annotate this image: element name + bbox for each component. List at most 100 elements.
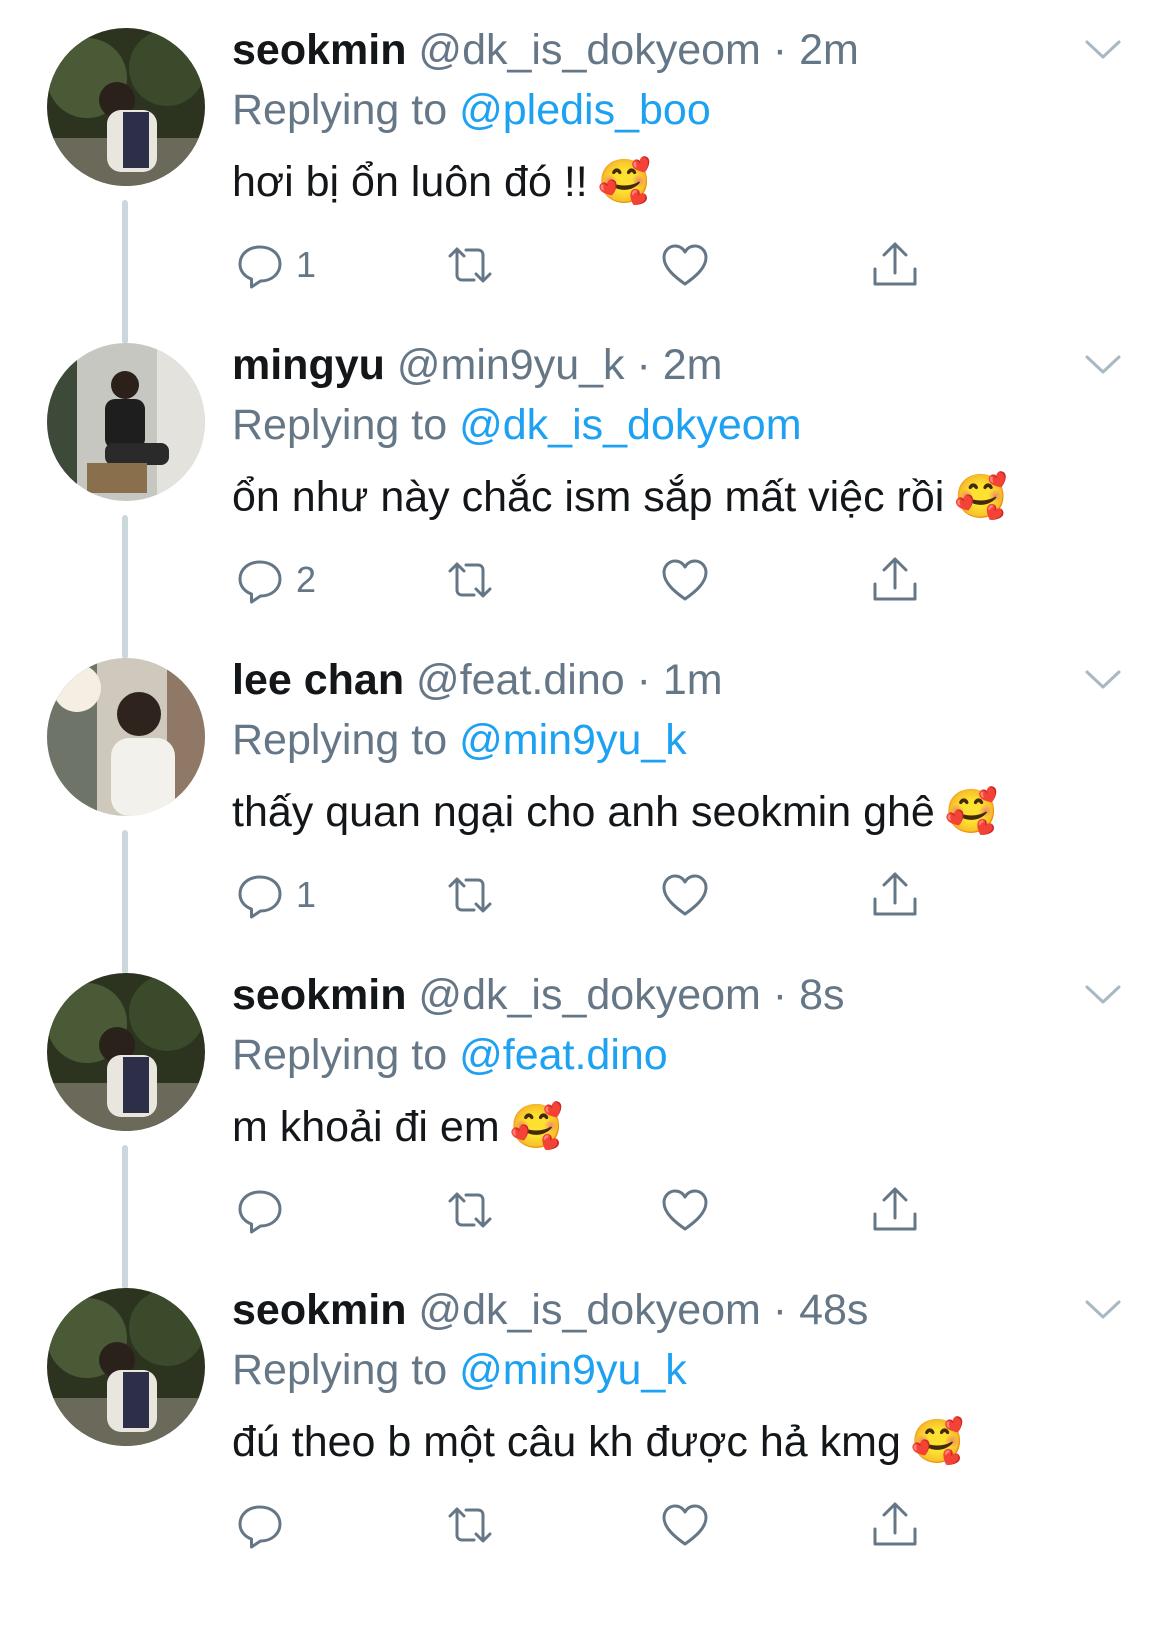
- tweet[interactable]: seokmin @dk_is_dokyeom · 48s Replying to…: [0, 1260, 1170, 1590]
- replying-to: Replying to @dk_is_dokyeom: [232, 397, 802, 453]
- tweet-text: thấy quan ngại cho anh seokmin ghê 🥰: [232, 782, 998, 842]
- smiling-face-with-hearts-emoji: 🥰: [597, 157, 652, 207]
- avatar[interactable]: [47, 658, 205, 816]
- replying-label: Replying to: [232, 1031, 448, 1079]
- retweet-button[interactable]: [442, 550, 498, 610]
- mention-link[interactable]: @min9yu_k: [459, 716, 687, 764]
- share-button[interactable]: [867, 550, 923, 610]
- tweet[interactable]: mingyu @min9yu_k · 2m Replying to @dk_is…: [0, 315, 1170, 659]
- dot-separator: ·: [624, 341, 663, 389]
- share-upload-icon: [873, 557, 917, 601]
- retweet-button[interactable]: [442, 865, 498, 925]
- replying-label: Replying to: [232, 716, 448, 764]
- tweet[interactable]: lee chan @feat.dino · 1m Replying to @mi…: [0, 630, 1170, 974]
- heart-icon: [662, 1189, 708, 1231]
- replying-label: Replying to: [232, 86, 448, 134]
- tweet-text-content: đú theo b một câu kh được hả kmg: [232, 1418, 901, 1466]
- tweet[interactable]: seokmin @dk_is_dokyeom · 8s Replying to …: [0, 945, 1170, 1289]
- avatar[interactable]: [47, 1288, 205, 1446]
- chevron-down-icon[interactable]: [1083, 983, 1123, 1007]
- display-name[interactable]: seokmin: [232, 971, 406, 1019]
- dot-separator: ·: [760, 26, 800, 74]
- tweet-text-content: hơi bị ổn luôn đó !!: [232, 158, 588, 206]
- share-button[interactable]: [867, 235, 923, 295]
- tweet-actions: [232, 1180, 952, 1240]
- user-handle[interactable]: @min9yu_k: [397, 341, 625, 389]
- share-button[interactable]: [867, 1495, 923, 1555]
- retweet-button[interactable]: [442, 1495, 498, 1555]
- reply-button[interactable]: 1: [232, 865, 316, 925]
- share-button[interactable]: [867, 1180, 923, 1240]
- reply-thread: seokmin @dk_is_dokyeom · 2m Replying to …: [0, 0, 1170, 1646]
- like-button[interactable]: [657, 550, 713, 610]
- tweet-text-content: m khoải đi em: [232, 1103, 500, 1151]
- retweet-button[interactable]: [442, 1180, 498, 1240]
- retweet-icon: [448, 877, 492, 913]
- heart-icon: [662, 244, 708, 286]
- tweet-text-content: ổn như này chắc ism sắp mất việc rồi: [232, 473, 945, 521]
- share-button[interactable]: [867, 865, 923, 925]
- retweet-icon: [448, 562, 492, 598]
- smiling-face-with-hearts-emoji: 🥰: [954, 472, 1008, 522]
- chevron-down-icon[interactable]: [1083, 1298, 1123, 1322]
- mention-link[interactable]: @min9yu_k: [459, 1346, 687, 1394]
- chevron-down-icon[interactable]: [1083, 353, 1123, 377]
- user-handle[interactable]: @dk_is_dokyeom: [418, 1286, 760, 1334]
- timestamp[interactable]: 48s: [799, 1286, 868, 1334]
- speech-bubble-icon: [238, 560, 282, 604]
- tweet-actions: 1: [232, 235, 952, 295]
- share-upload-icon: [873, 872, 917, 916]
- reply-button[interactable]: 2: [232, 550, 316, 610]
- mention-link[interactable]: @feat.dino: [459, 1031, 668, 1079]
- speech-bubble-icon: [238, 875, 282, 919]
- display-name[interactable]: mingyu: [232, 341, 385, 389]
- reply-count: 2: [296, 559, 317, 600]
- chevron-down-icon[interactable]: [1083, 38, 1123, 62]
- retweet-icon: [448, 247, 492, 283]
- retweet-button[interactable]: [442, 235, 498, 295]
- avatar[interactable]: [47, 973, 205, 1131]
- replying-label: Replying to: [232, 401, 448, 449]
- like-button[interactable]: [657, 235, 713, 295]
- like-button[interactable]: [657, 865, 713, 925]
- dot-separator: ·: [760, 971, 800, 1019]
- share-upload-icon: [873, 242, 917, 286]
- mention-link[interactable]: @dk_is_dokyeom: [459, 401, 801, 449]
- display-name[interactable]: seokmin: [232, 1286, 406, 1334]
- reply-count: 1: [296, 874, 317, 915]
- tweet-text: đú theo b một câu kh được hả kmg 🥰: [232, 1412, 964, 1472]
- user-handle[interactable]: @feat.dino: [416, 656, 625, 704]
- like-button[interactable]: [657, 1180, 713, 1240]
- tweet-text: hơi bị ổn luôn đó !! 🥰: [232, 152, 651, 212]
- heart-icon: [662, 1504, 708, 1546]
- speech-bubble-icon: [238, 245, 282, 289]
- timestamp[interactable]: 8s: [799, 971, 844, 1019]
- tweet-actions: 1: [232, 865, 952, 925]
- timestamp[interactable]: 2m: [663, 341, 723, 389]
- reply-button[interactable]: [232, 1180, 296, 1240]
- tweet[interactable]: seokmin @dk_is_dokyeom · 2m Replying to …: [0, 0, 1170, 344]
- reply-button[interactable]: [232, 1495, 296, 1555]
- retweet-icon: [448, 1192, 492, 1228]
- tweet-actions: [232, 1495, 952, 1555]
- user-handle[interactable]: @dk_is_dokyeom: [418, 26, 760, 74]
- timestamp[interactable]: 1m: [663, 656, 723, 704]
- replying-to: Replying to @min9yu_k: [232, 712, 687, 768]
- avatar[interactable]: [47, 28, 205, 186]
- smiling-face-with-hearts-emoji: 🥰: [509, 1102, 564, 1152]
- timestamp[interactable]: 2m: [799, 26, 859, 74]
- replying-to: Replying to @feat.dino: [232, 1027, 668, 1083]
- dot-separator: ·: [624, 656, 663, 704]
- heart-icon: [662, 559, 708, 601]
- mention-link[interactable]: @pledis_boo: [459, 86, 711, 134]
- reply-button[interactable]: 1: [232, 235, 316, 295]
- chevron-down-icon[interactable]: [1083, 668, 1123, 692]
- tweet-text: m khoải đi em 🥰: [232, 1097, 563, 1157]
- like-button[interactable]: [657, 1495, 713, 1555]
- avatar[interactable]: [47, 343, 205, 501]
- tweet-actions: 2: [232, 550, 952, 610]
- tweet-text-content: thấy quan ngại cho anh seokmin ghê: [232, 788, 935, 836]
- display-name[interactable]: lee chan: [232, 656, 404, 704]
- display-name[interactable]: seokmin: [232, 26, 406, 74]
- user-handle[interactable]: @dk_is_dokyeom: [418, 971, 760, 1019]
